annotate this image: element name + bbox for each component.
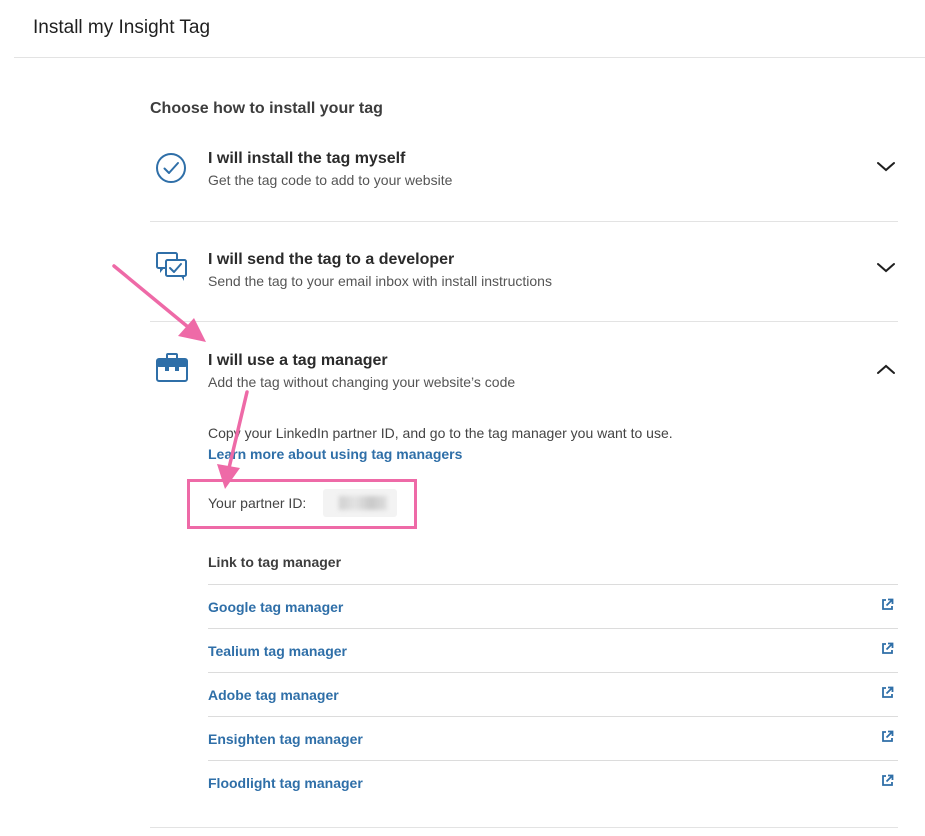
option-send-to-developer[interactable]: I will send the tag to a developer Send …	[150, 249, 898, 309]
option-description: Get the tag code to add to your website	[208, 172, 453, 188]
option-tag-manager[interactable]: I will use a tag manager Add the tag wit…	[150, 350, 898, 410]
external-link-icon	[881, 730, 894, 748]
tag-manager-link-tealium[interactable]: Tealium tag manager	[208, 628, 898, 672]
external-link-icon	[881, 774, 894, 792]
check-circle-icon	[155, 152, 187, 189]
link-heading: Link to tag manager	[208, 554, 342, 570]
option-title: I will install the tag myself	[208, 150, 406, 167]
tag-manager-link-floodlight[interactable]: Floodlight tag manager	[208, 760, 898, 804]
section-heading: Choose how to install your tag	[150, 100, 383, 117]
tag-manager-instructions: Copy your LinkedIn partner ID, and go to…	[208, 425, 673, 441]
option-divider	[150, 321, 898, 322]
briefcase-icon	[155, 352, 189, 389]
page-title: Install my Insight Tag	[33, 17, 211, 38]
link-label: Floodlight tag manager	[208, 775, 363, 791]
link-label: Google tag manager	[208, 599, 344, 615]
redacted-value	[339, 496, 387, 510]
partner-id-label: Your partner ID:	[208, 495, 307, 511]
chevron-up-icon[interactable]	[876, 362, 896, 380]
header-divider	[14, 57, 925, 58]
link-label: Adobe tag manager	[208, 687, 339, 703]
option-install-myself[interactable]: I will install the tag myself Get the ta…	[150, 148, 898, 208]
tag-manager-link-ensighten[interactable]: Ensighten tag manager	[208, 716, 898, 760]
chevron-down-icon[interactable]	[876, 261, 896, 279]
tag-manager-link-google[interactable]: Google tag manager	[208, 584, 898, 628]
bottom-divider	[150, 827, 898, 828]
tag-manager-links: Google tag manager Tealium tag manager A…	[208, 584, 898, 804]
link-label: Tealium tag manager	[208, 643, 348, 659]
tag-manager-link-adobe[interactable]: Adobe tag manager	[208, 672, 898, 716]
external-link-icon	[881, 642, 894, 660]
external-link-icon	[881, 598, 894, 616]
page-header: Install my Insight Tag	[0, 0, 925, 58]
learn-more-link[interactable]: Learn more about using tag managers	[208, 446, 462, 462]
option-title: I will send the tag to a developer	[208, 251, 455, 268]
partner-id-value[interactable]	[323, 489, 397, 517]
chevron-down-icon[interactable]	[876, 160, 896, 178]
external-link-icon	[881, 686, 894, 704]
option-description: Add the tag without changing your websit…	[208, 374, 516, 390]
option-divider	[150, 221, 898, 222]
option-description: Send the tag to your email inbox with in…	[208, 273, 552, 289]
chat-check-icon	[155, 251, 189, 288]
link-label: Ensighten tag manager	[208, 731, 363, 747]
option-title: I will use a tag manager	[208, 352, 388, 369]
